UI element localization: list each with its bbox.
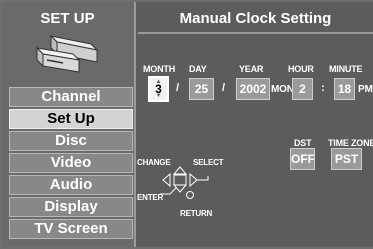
minute-label: MINUTE	[329, 64, 363, 74]
date-separator: /	[222, 82, 226, 94]
year-field[interactable]: 2002	[236, 78, 270, 100]
sidebar-item-display[interactable]: Display	[9, 197, 133, 217]
title-divider	[138, 32, 373, 34]
sidebar-item-tv-screen[interactable]: TV Screen	[9, 219, 133, 239]
hour-field[interactable]: 2	[292, 78, 313, 100]
clock-panel: Manual Clock Setting MONTH DAY YEAR HOUR…	[134, 2, 373, 247]
sidebar: SET UP Channel Set Up Disc Video Audio D…	[2, 2, 133, 247]
timezone-label: TIME ZONE	[328, 138, 373, 148]
timezone-field[interactable]: PST	[331, 148, 362, 170]
chevron-down-icon[interactable]: ▼	[150, 93, 167, 99]
day-field[interactable]: 25	[189, 78, 214, 100]
weekday-label: MON	[271, 84, 294, 95]
sidebar-item-video[interactable]: Video	[9, 153, 133, 173]
minute-field[interactable]: 18	[334, 78, 355, 100]
chevron-up-icon[interactable]: ▲	[150, 79, 167, 85]
dpad-arrows-icon	[160, 166, 209, 199]
ampm-label: PM	[358, 84, 373, 95]
time-separator: :	[321, 82, 325, 94]
year-label: YEAR	[239, 64, 264, 74]
sidebar-item-channel[interactable]: Channel	[9, 87, 133, 107]
page-title: Manual Clock Setting	[179, 10, 332, 27]
sidebar-item-disc[interactable]: Disc	[9, 131, 133, 151]
navigation-hint: CHANGE SELECT ENTER RETURN	[136, 152, 236, 242]
hour-label: HOUR	[288, 64, 314, 74]
sidebar-title: SET UP	[40, 10, 95, 27]
sidebar-item-set-up[interactable]: Set Up	[9, 109, 133, 129]
month-label: MONTH	[143, 64, 175, 74]
day-label: DAY	[189, 64, 207, 74]
dst-field[interactable]: OFF	[290, 148, 315, 170]
dst-label: DST	[294, 138, 312, 148]
month-stepper[interactable]: ▲ 3 ▼	[148, 76, 169, 102]
date-separator: /	[176, 82, 180, 94]
dvd-vcr-device-icon	[35, 34, 99, 73]
sidebar-item-audio[interactable]: Audio	[9, 175, 133, 195]
